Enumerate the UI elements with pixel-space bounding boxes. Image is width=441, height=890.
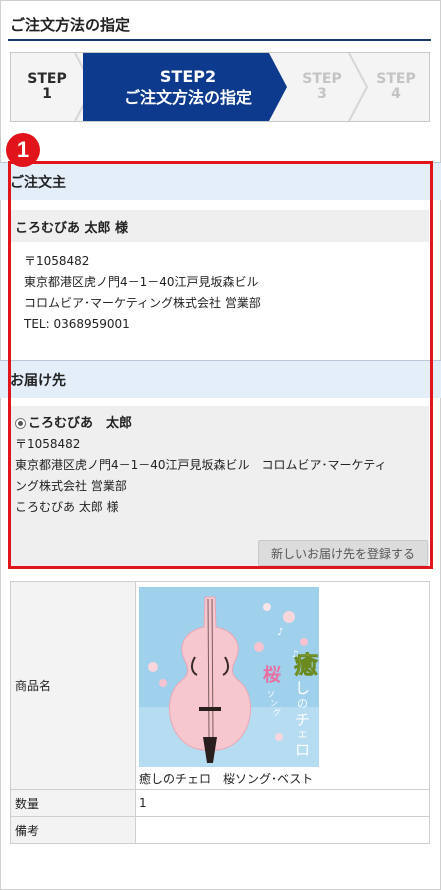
table-row: 数量 1 — [10, 789, 430, 817]
note-value — [135, 816, 430, 844]
annotation-badge: 1 — [6, 133, 40, 167]
table-row: 備考 — [10, 816, 430, 844]
quantity-label: 数量 — [10, 789, 136, 817]
step-4: STEP 4 — [361, 53, 429, 121]
step-4-label: STEP — [376, 70, 416, 87]
svg-text:ェ: ェ — [297, 727, 308, 740]
step-4-number: 4 — [391, 86, 401, 102]
page-title: ご注文方法の指定 — [10, 16, 131, 34]
svg-text:の: の — [297, 697, 308, 710]
step-3-number: 3 — [317, 86, 327, 102]
product-cell: ♪ ♫ 癒 し の チ ェ ロ 桜 ソ ン グ 癒しのチェロ 桜ソング･ベスト — [135, 581, 430, 790]
product-cover-image: ♪ ♫ 癒 し の チ ェ ロ 桜 ソ ン グ — [139, 587, 319, 767]
step-2-name: ご注文方法の指定 — [123, 87, 252, 107]
product-name: 癒しのチェロ 桜ソング･ベスト — [139, 772, 314, 786]
svg-text:グ: グ — [273, 707, 281, 717]
svg-text:癒: 癒 — [294, 650, 318, 679]
step-2-current: STEP2 ご注文方法の指定 — [83, 53, 287, 121]
order-stepper: STEP 1 STEP2 ご注文方法の指定 STEP 3 STEP 4 — [10, 52, 430, 122]
step-1-label: STEP — [27, 70, 67, 87]
product-table: 商品名 ♪ ♫ 癒 し の チ ェ ロ 桜 ソ ン グ 癒しのチェロ 桜ソング･… — [10, 581, 430, 844]
note-label: 備考 — [10, 816, 136, 844]
quantity-value: 1 — [135, 789, 430, 817]
title-divider — [8, 39, 431, 41]
svg-text:ン: ン — [270, 699, 278, 708]
step-1-number: 1 — [42, 86, 52, 102]
svg-text:ロ: ロ — [295, 741, 310, 759]
svg-text:♪: ♪ — [277, 627, 283, 638]
table-row: 商品名 ♪ ♫ 癒 し の チ ェ ロ 桜 ソ ン グ 癒しのチェロ 桜ソング･… — [10, 581, 430, 790]
svg-text:ソ: ソ — [267, 690, 275, 699]
svg-text:し: し — [295, 679, 310, 697]
step-2-label: STEP2 — [159, 66, 217, 86]
cello-illustration: ♪ ♫ 癒 し の チ ェ ロ 桜 ソ ン グ — [139, 587, 319, 767]
highlight-frame — [8, 161, 433, 569]
product-name-label: 商品名 — [10, 581, 136, 790]
step-3-label: STEP — [302, 70, 342, 87]
svg-text:桜: 桜 — [263, 664, 281, 686]
step-3: STEP 3 — [289, 53, 355, 121]
